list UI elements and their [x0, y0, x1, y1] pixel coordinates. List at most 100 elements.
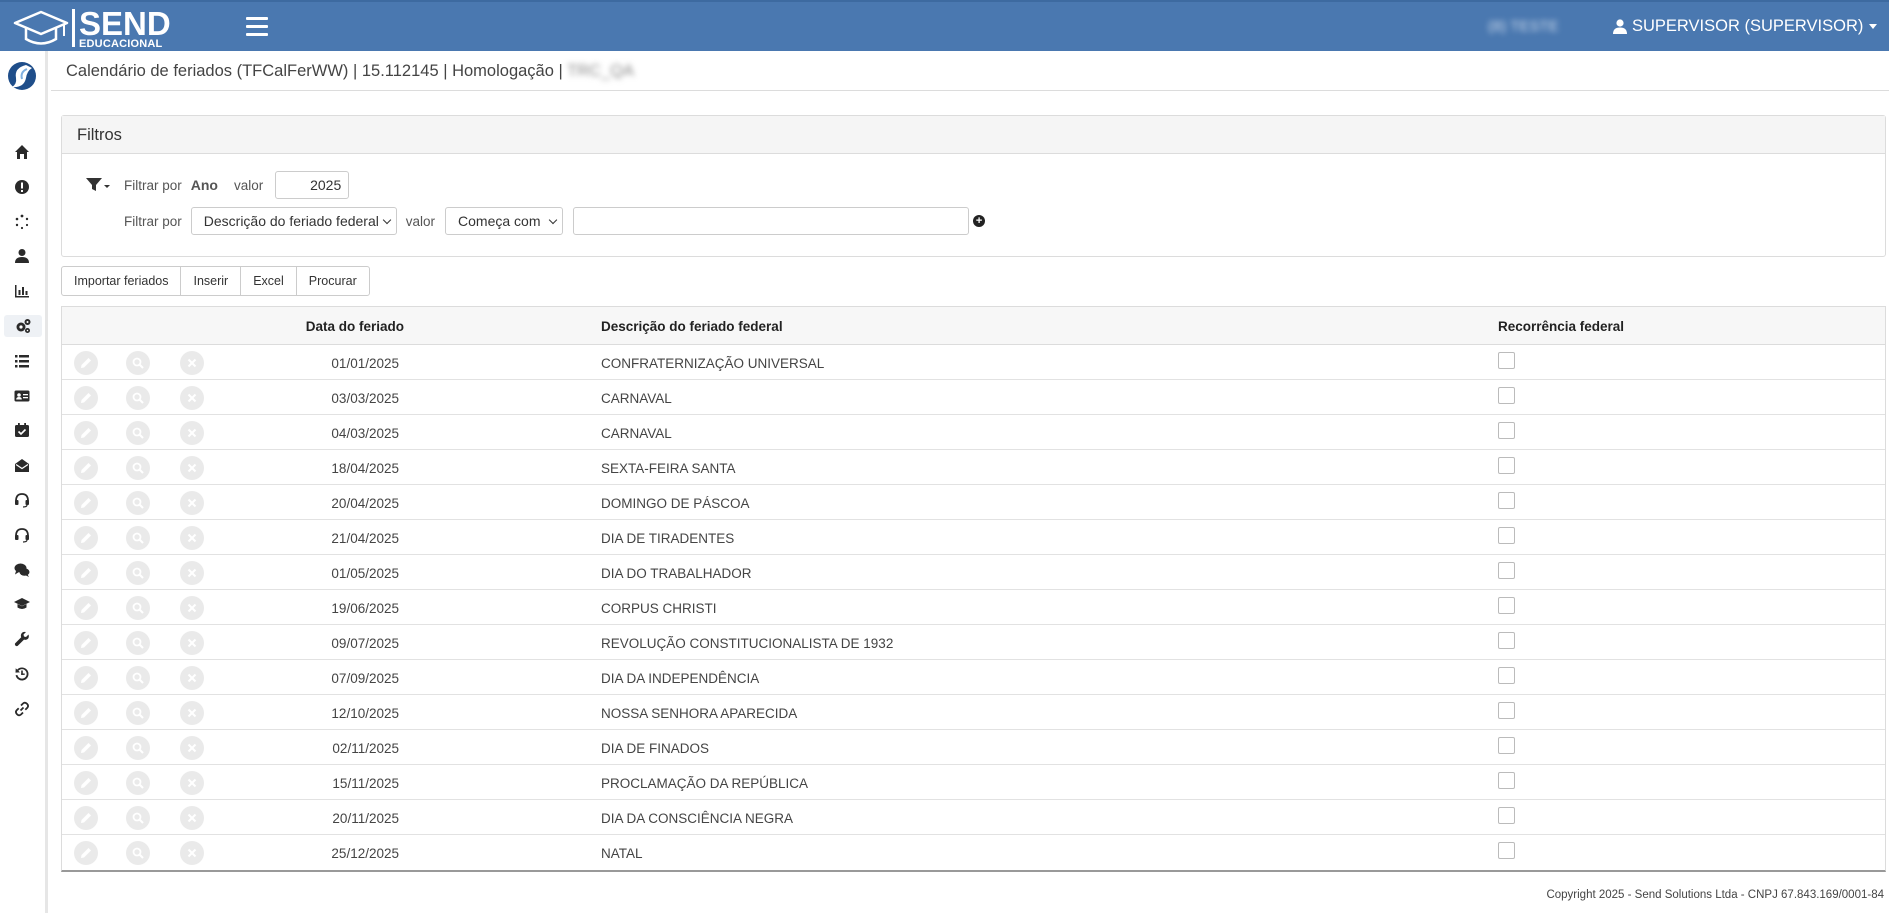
- table-row[interactable]: 21/04/2025 DIA DE TIRADENTES: [62, 520, 1885, 555]
- insert-button[interactable]: Inserir: [180, 266, 242, 296]
- sidebar-item-user[interactable]: [10, 245, 34, 267]
- sidebar-item-alert[interactable]: [10, 176, 34, 198]
- federal-recurrence-checkbox[interactable]: [1498, 562, 1515, 579]
- federal-recurrence-checkbox[interactable]: [1498, 457, 1515, 474]
- table-row[interactable]: 01/05/2025 DIA DO TRABALHADOR: [62, 555, 1885, 590]
- federal-recurrence-checkbox[interactable]: [1498, 807, 1515, 824]
- federal-recurrence-checkbox[interactable]: [1498, 772, 1515, 789]
- delete-icon[interactable]: [180, 386, 204, 410]
- delete-icon[interactable]: [180, 351, 204, 375]
- view-icon[interactable]: [126, 491, 150, 515]
- table-row[interactable]: 03/03/2025 CARNAVAL: [62, 380, 1885, 415]
- view-icon[interactable]: [126, 701, 150, 725]
- edit-icon[interactable]: [74, 491, 98, 515]
- edit-icon[interactable]: [74, 736, 98, 760]
- federal-recurrence-checkbox[interactable]: [1498, 492, 1515, 509]
- search-button[interactable]: Procurar: [295, 266, 370, 296]
- delete-icon[interactable]: [180, 701, 204, 725]
- view-icon[interactable]: [126, 561, 150, 585]
- edit-icon[interactable]: [74, 806, 98, 830]
- sidebar-item-list[interactable]: [10, 350, 34, 372]
- table-row[interactable]: 19/06/2025 CORPUS CHRISTI: [62, 590, 1885, 625]
- table-row[interactable]: 01/01/2025 CONFRATERNIZAÇÃO UNIVERSAL: [62, 345, 1885, 380]
- view-icon[interactable]: [126, 631, 150, 655]
- delete-icon[interactable]: [180, 491, 204, 515]
- table-row[interactable]: 02/11/2025 DIA DE FINADOS: [62, 730, 1885, 765]
- table-row[interactable]: 04/03/2025 CARNAVAL: [62, 415, 1885, 450]
- edit-icon[interactable]: [74, 561, 98, 585]
- view-icon[interactable]: [126, 386, 150, 410]
- sidebar-item-comments[interactable]: [10, 559, 34, 581]
- tenant-selector[interactable]: (8) TESTE: [1488, 18, 1559, 35]
- view-icon[interactable]: [126, 771, 150, 795]
- sidebar-item-graduation-cap[interactable]: [10, 593, 34, 615]
- view-icon[interactable]: [126, 666, 150, 690]
- menu-toggle-icon[interactable]: [246, 17, 268, 37]
- user-menu[interactable]: SUPERVISOR (SUPERVISOR): [1613, 17, 1878, 36]
- view-icon[interactable]: [126, 596, 150, 620]
- sidebar-item-cogs[interactable]: [4, 315, 42, 337]
- send-educacional-logo[interactable]: SEND EDUCACIONAL: [12, 7, 171, 49]
- edit-icon[interactable]: [74, 526, 98, 550]
- import-holidays-button[interactable]: Importar feriados: [61, 266, 182, 296]
- sidebar-item-link[interactable]: [10, 698, 34, 720]
- edit-icon[interactable]: [74, 631, 98, 655]
- federal-recurrence-checkbox[interactable]: [1498, 352, 1515, 369]
- excel-button[interactable]: Excel: [240, 266, 297, 296]
- table-row[interactable]: 15/11/2025 PROCLAMAÇÃO DA REPÚBLICA: [62, 765, 1885, 800]
- sidebar-item-envelope-open[interactable]: [10, 454, 34, 476]
- year-input[interactable]: 2025: [275, 171, 350, 199]
- federal-recurrence-checkbox[interactable]: [1498, 632, 1515, 649]
- delete-icon[interactable]: [180, 526, 204, 550]
- view-icon[interactable]: [126, 456, 150, 480]
- federal-recurrence-checkbox[interactable]: [1498, 422, 1515, 439]
- table-row[interactable]: 20/04/2025 DOMINGO DE PÁSCOA: [62, 485, 1885, 520]
- column-header-date[interactable]: Data do feriado: [306, 319, 404, 334]
- sidebar-item-id-card[interactable]: [10, 385, 34, 407]
- sidebar-item-chart[interactable]: [10, 280, 34, 302]
- table-row[interactable]: 12/10/2025 NOSSA SENHORA APARECIDA: [62, 695, 1885, 730]
- company-logo-icon[interactable]: [6, 60, 38, 92]
- federal-recurrence-checkbox[interactable]: [1498, 737, 1515, 754]
- view-icon[interactable]: [126, 421, 150, 445]
- edit-icon[interactable]: [74, 771, 98, 795]
- federal-recurrence-checkbox[interactable]: [1498, 667, 1515, 684]
- sidebar-item-history[interactable]: [10, 663, 34, 685]
- view-icon[interactable]: [126, 526, 150, 550]
- table-row[interactable]: 07/09/2025 DIA DA INDEPENDÊNCIA: [62, 660, 1885, 695]
- filter-field-select[interactable]: Descrição do feriado federal: [190, 207, 397, 235]
- sidebar-item-home[interactable]: [10, 141, 34, 163]
- edit-icon[interactable]: [74, 456, 98, 480]
- delete-icon[interactable]: [180, 736, 204, 760]
- sidebar-item-calendar-check[interactable]: [10, 419, 34, 441]
- edit-icon[interactable]: [74, 666, 98, 690]
- edit-icon[interactable]: [74, 386, 98, 410]
- edit-icon[interactable]: [74, 351, 98, 375]
- sidebar-item-headset[interactable]: [10, 489, 34, 511]
- view-icon[interactable]: [126, 736, 150, 760]
- sidebar-item-spinner[interactable]: [10, 211, 34, 233]
- sidebar-item-wrench[interactable]: [10, 628, 34, 650]
- column-header-description[interactable]: Descrição do feriado federal: [601, 319, 783, 334]
- delete-icon[interactable]: [180, 841, 204, 865]
- edit-icon[interactable]: [74, 421, 98, 445]
- edit-icon[interactable]: [74, 701, 98, 725]
- table-row[interactable]: 09/07/2025 REVOLUÇÃO CONSTITUCIONALISTA D…: [62, 625, 1885, 660]
- add-filter-icon[interactable]: +: [973, 215, 986, 227]
- sidebar-item-headset[interactable]: [10, 524, 34, 546]
- delete-icon[interactable]: [180, 666, 204, 690]
- edit-icon[interactable]: [74, 596, 98, 620]
- table-row[interactable]: 25/12/2025 NATAL: [62, 835, 1885, 870]
- federal-recurrence-checkbox[interactable]: [1498, 597, 1515, 614]
- federal-recurrence-checkbox[interactable]: [1498, 387, 1515, 404]
- filter-value-input[interactable]: [573, 207, 970, 235]
- delete-icon[interactable]: [180, 806, 204, 830]
- column-header-recurrence[interactable]: Recorrência federal: [1498, 319, 1624, 334]
- view-icon[interactable]: [126, 351, 150, 375]
- delete-icon[interactable]: [180, 771, 204, 795]
- operator-select[interactable]: Começa com: [445, 207, 564, 235]
- table-row[interactable]: 18/04/2025 SEXTA-FEIRA SANTA: [62, 450, 1885, 485]
- delete-icon[interactable]: [180, 561, 204, 585]
- federal-recurrence-checkbox[interactable]: [1498, 527, 1515, 544]
- federal-recurrence-checkbox[interactable]: [1498, 702, 1515, 719]
